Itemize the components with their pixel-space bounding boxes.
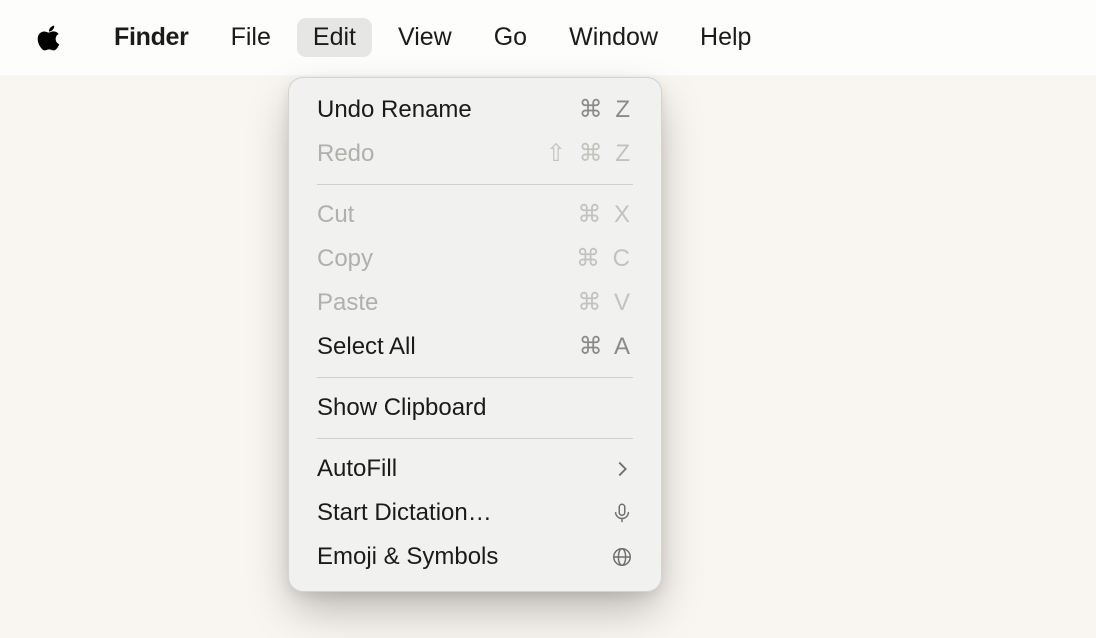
- menubar-app-name[interactable]: Finder: [98, 18, 205, 57]
- edit-menu-dropdown: Undo Rename ⌘ Z Redo ⇧ ⌘ Z Cut ⌘ X Copy …: [288, 77, 662, 592]
- menubar-item-go[interactable]: Go: [478, 18, 543, 57]
- menu-item-copy: Copy ⌘ C: [289, 237, 661, 281]
- menubar-item-edit[interactable]: Edit: [297, 18, 372, 57]
- menubar-item-help[interactable]: Help: [684, 18, 767, 57]
- menu-item-label: Cut: [317, 199, 354, 231]
- menu-item-label: Redo: [317, 138, 374, 170]
- menu-item-label: Select All: [317, 331, 416, 363]
- chevron-right-icon: [611, 458, 633, 480]
- globe-icon: [611, 546, 633, 568]
- menu-item-label: AutoFill: [317, 453, 397, 485]
- menu-item-select-all[interactable]: Select All ⌘ A: [289, 325, 661, 369]
- menu-item-shortcut: ⌘ X: [577, 199, 633, 231]
- menu-separator: [317, 184, 633, 185]
- menubar-item-window[interactable]: Window: [553, 18, 674, 57]
- menu-item-shortcut: ⇧ ⌘ Z: [546, 138, 633, 170]
- apple-logo-icon[interactable]: [34, 23, 64, 53]
- menu-item-label: Copy: [317, 243, 373, 275]
- menubar-item-file[interactable]: File: [215, 18, 287, 57]
- menu-item-paste: Paste ⌘ V: [289, 281, 661, 325]
- menu-item-emoji-symbols[interactable]: Emoji & Symbols: [289, 535, 661, 579]
- menu-item-label: Start Dictation…: [317, 497, 492, 529]
- menu-item-cut: Cut ⌘ X: [289, 193, 661, 237]
- menu-separator: [317, 377, 633, 378]
- menu-separator: [317, 438, 633, 439]
- menubar-item-view[interactable]: View: [382, 18, 468, 57]
- menu-item-shortcut: ⌘ Z: [579, 94, 633, 126]
- menu-item-start-dictation[interactable]: Start Dictation…: [289, 491, 661, 535]
- menu-item-label: Paste: [317, 287, 378, 319]
- mic-icon: [611, 502, 633, 524]
- menu-item-undo[interactable]: Undo Rename ⌘ Z: [289, 88, 661, 132]
- menu-item-label: Undo Rename: [317, 94, 472, 126]
- menu-item-shortcut: ⌘ V: [577, 287, 633, 319]
- menu-bar: Finder File Edit View Go Window Help: [0, 0, 1096, 76]
- menu-item-autofill[interactable]: AutoFill: [289, 447, 661, 491]
- menu-item-show-clipboard[interactable]: Show Clipboard: [289, 386, 661, 430]
- menu-item-label: Emoji & Symbols: [317, 541, 498, 573]
- menu-item-redo: Redo ⇧ ⌘ Z: [289, 132, 661, 176]
- menu-item-shortcut: ⌘ A: [579, 331, 633, 363]
- menu-item-shortcut: ⌘ C: [576, 243, 633, 275]
- menu-item-label: Show Clipboard: [317, 392, 486, 424]
